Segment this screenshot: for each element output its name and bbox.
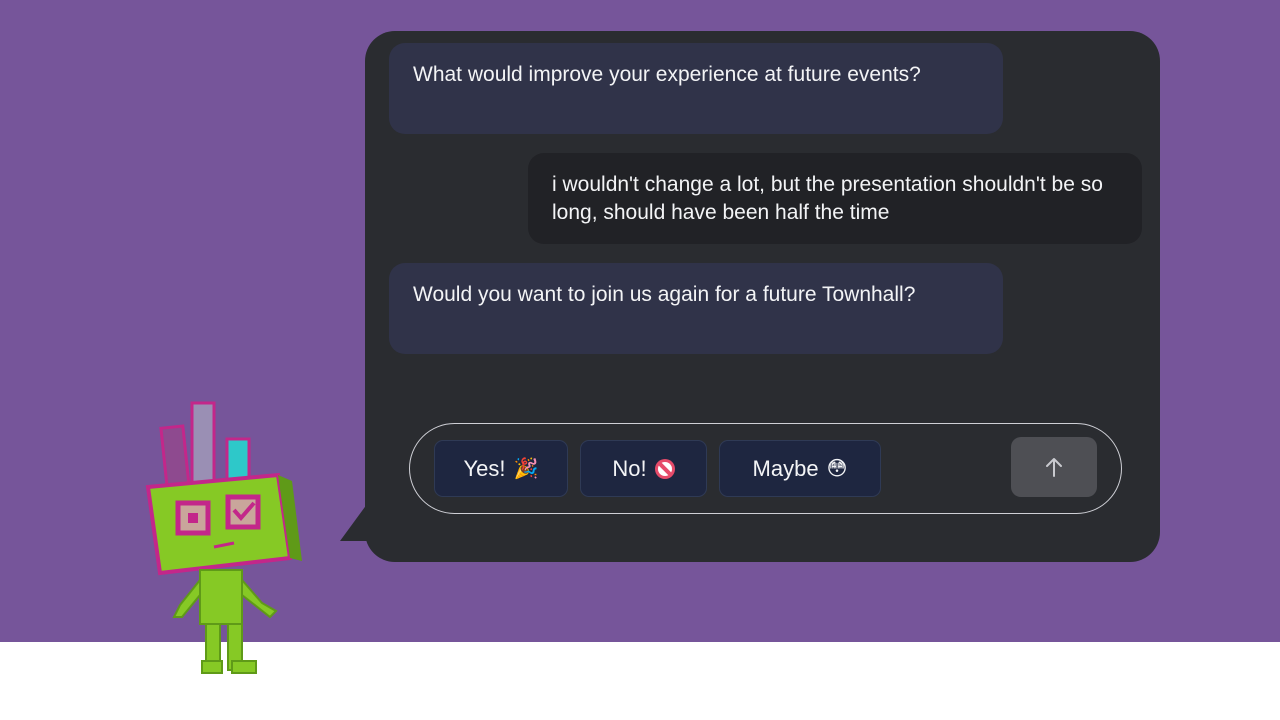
quick-reply-label: No! (612, 455, 647, 481)
robot-mascot (145, 401, 302, 674)
arrow-up-icon (1046, 458, 1062, 477)
user-message: i wouldn't change a lot, but the present… (528, 153, 1142, 244)
quick-reply-maybe-button[interactable]: Maybe 😳 (719, 440, 881, 497)
quick-reply-yes-button[interactable]: Yes! 🎉 (434, 440, 568, 497)
bot-message: What would improve your experience at fu… (389, 43, 1003, 134)
party-popper-icon: 🎉 (513, 457, 539, 480)
bot-message: Would you want to join us again for a fu… (389, 263, 1003, 354)
quick-reply-label: Maybe (752, 455, 819, 481)
quick-reply-no-button[interactable]: No! (580, 440, 707, 497)
flushed-face-icon: 😳 (826, 457, 848, 480)
prohibited-icon (654, 458, 675, 479)
quick-reply-label: Yes! (463, 455, 506, 481)
send-button[interactable] (1011, 437, 1097, 497)
